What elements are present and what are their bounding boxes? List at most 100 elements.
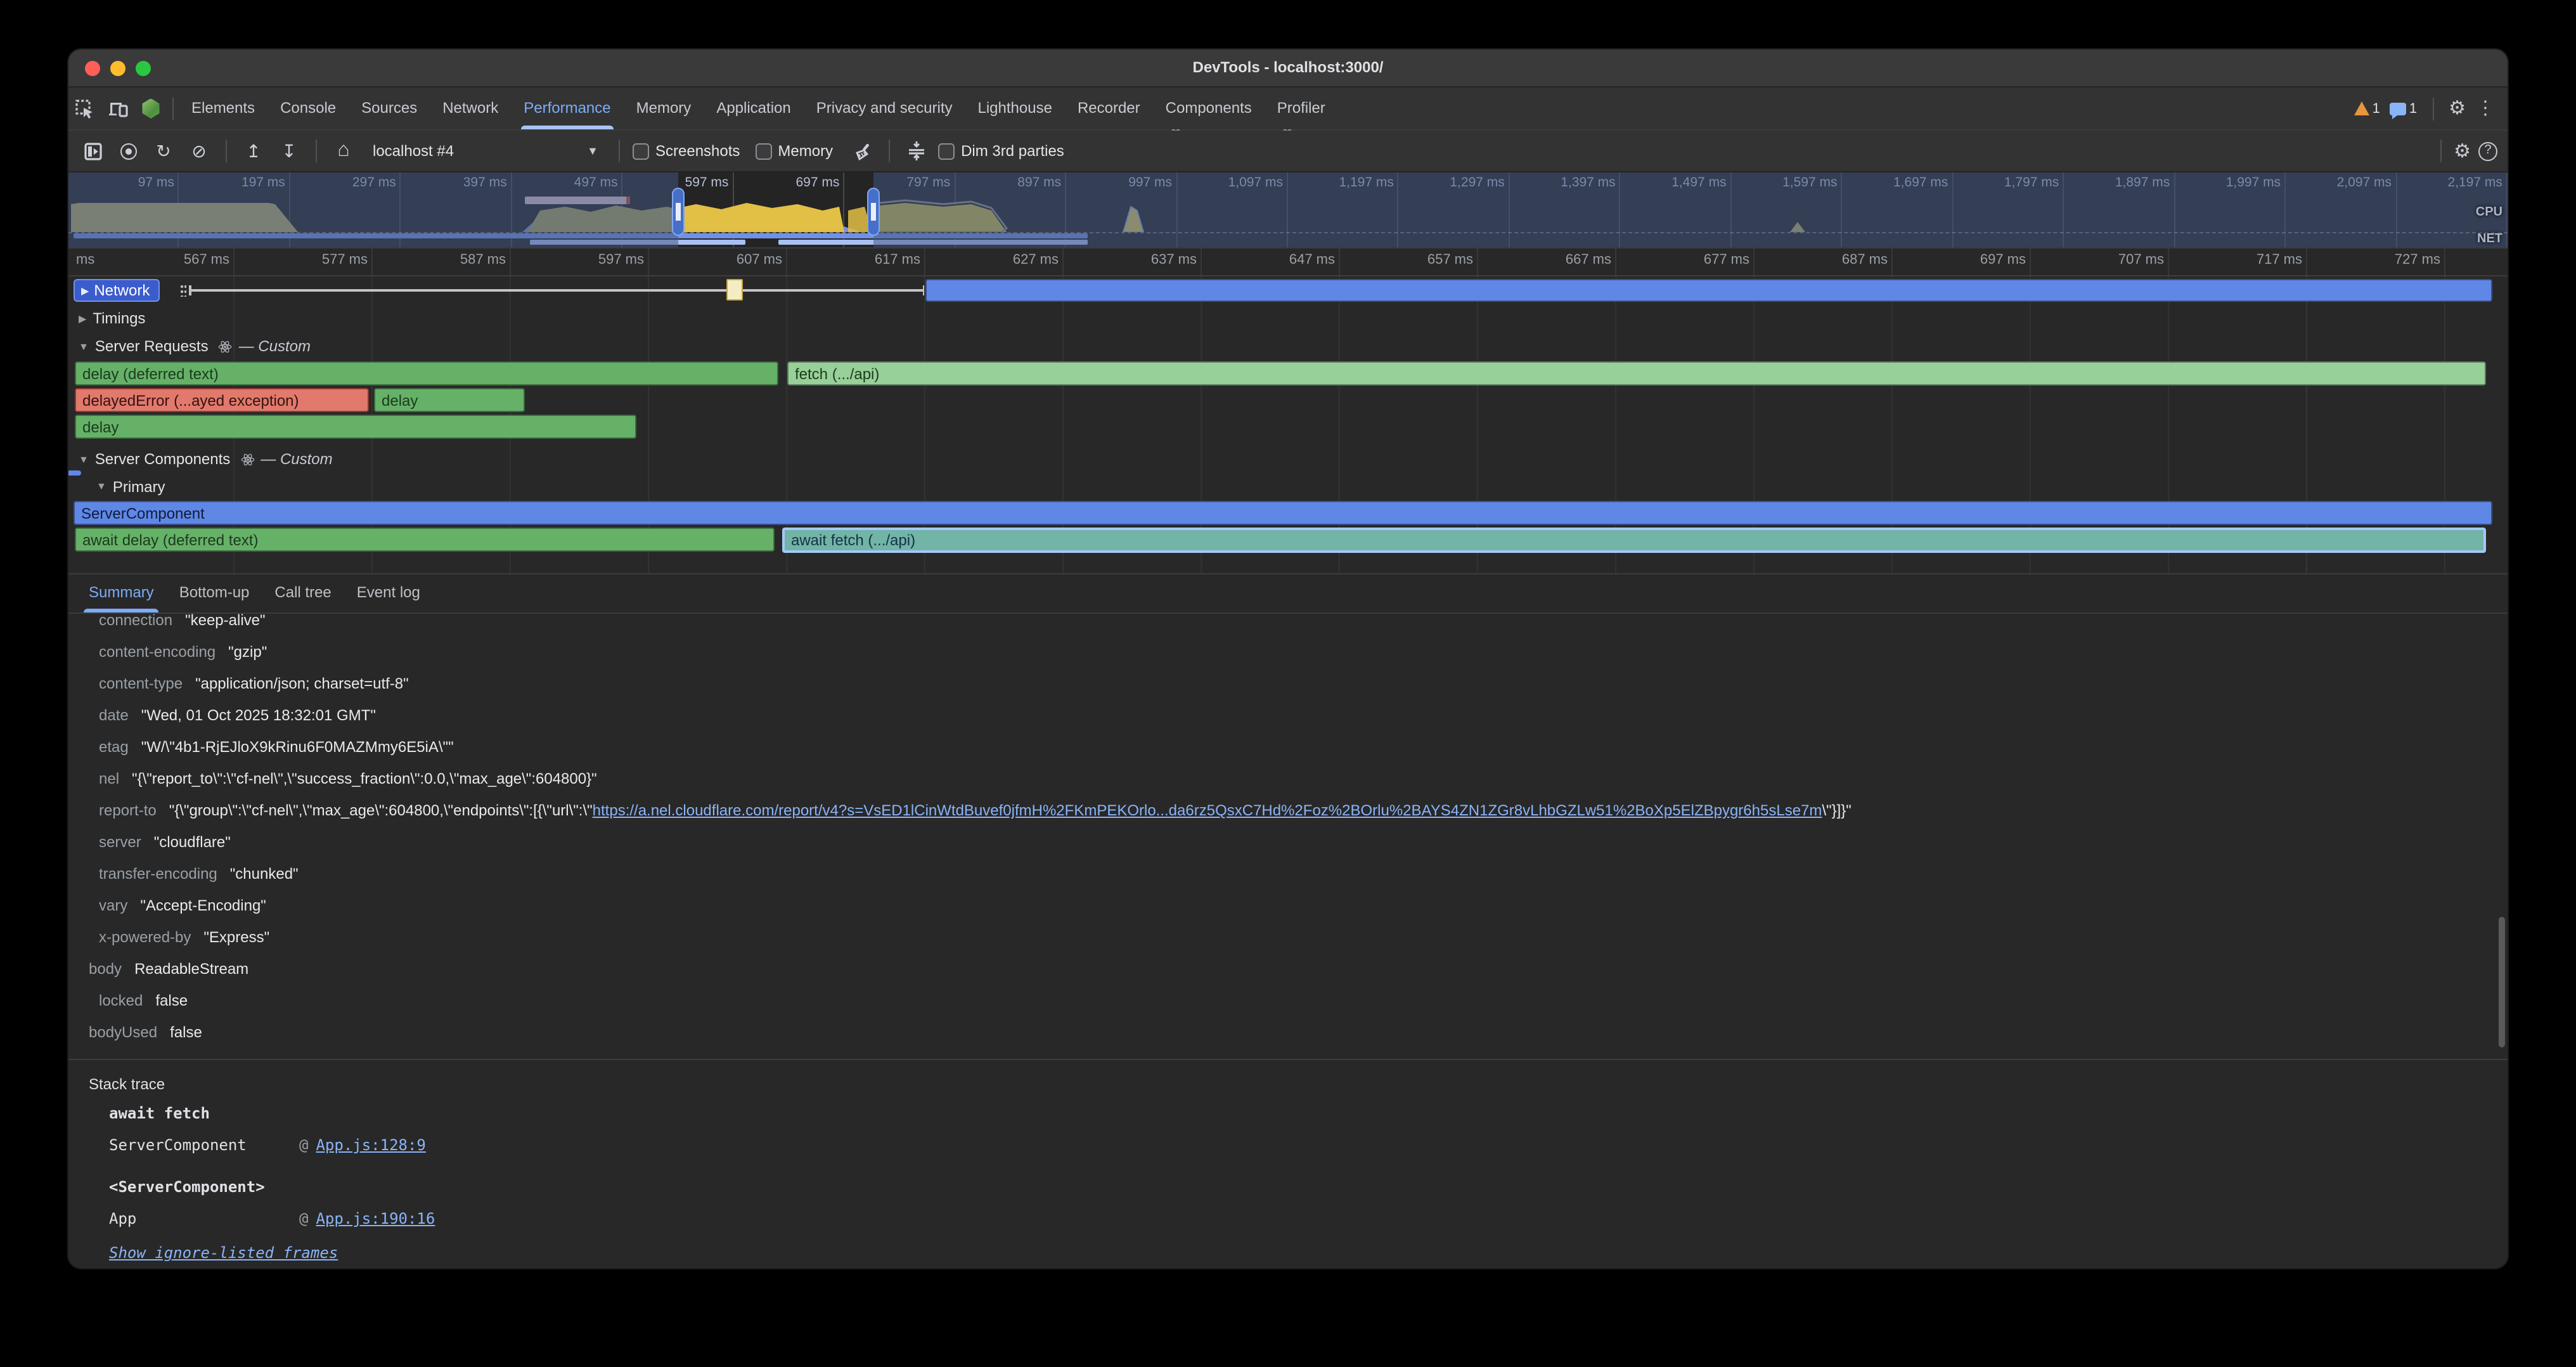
help-icon[interactable]: ? — [2478, 141, 2497, 160]
ruler-tick-label: 587 ms — [373, 249, 511, 275]
message-icon — [2390, 102, 2407, 115]
span-bar[interactable]: ServerComponent — [74, 501, 2492, 525]
toggle-sidebar-icon[interactable] — [79, 137, 106, 165]
capture-settings-gear-icon[interactable]: ⚙ — [2454, 141, 2471, 160]
summary-pane[interactable]: connection"keep-alive"content-encoding"g… — [68, 614, 2508, 1268]
span-bar-selected[interactable]: await fetch (.../api) — [782, 528, 2486, 553]
details-tab[interactable]: Call tree — [262, 574, 344, 612]
divider — [316, 139, 317, 162]
await-row: await delay (deferred text) await fetch … — [68, 526, 2508, 554]
collapse-triangle-icon[interactable]: ▼ — [79, 340, 89, 352]
primary-group-row[interactable]: ▼Primary — [68, 473, 2508, 500]
ruler-tick-label: 707 ms — [2031, 249, 2169, 275]
memory-checkbox[interactable]: Memory — [755, 142, 833, 160]
panel-tab[interactable]: Memory — [624, 87, 704, 129]
home-icon[interactable]: ⌂ — [330, 137, 357, 165]
span-bar[interactable]: delay — [374, 388, 525, 412]
download-profile-icon[interactable]: ↧ — [275, 137, 303, 165]
track-drag-grip[interactable] — [180, 284, 186, 297]
devtools-window: DevTools - localhost:3000/ ElementsConso… — [68, 49, 2508, 1268]
panel-tab[interactable]: Network — [430, 87, 511, 129]
network-track-label[interactable]: ▶ Network — [74, 279, 160, 302]
expand-triangle-icon[interactable]: ▶ — [81, 285, 89, 296]
property-row: vary"Accept-Encoding" — [68, 890, 2508, 922]
issues-badge[interactable]: 1 — [2390, 101, 2417, 116]
collapse-triangle-icon[interactable]: ▼ — [79, 453, 89, 465]
scrollbar-thumb[interactable] — [2499, 917, 2505, 1047]
chevron-down-icon: ▼ — [587, 145, 598, 157]
ruler-tick-label: 717 ms — [2169, 249, 2307, 275]
node-icon[interactable] — [134, 94, 167, 122]
checkbox-icon — [633, 143, 649, 159]
property-row: content-encoding"gzip" — [68, 637, 2508, 668]
panel-tab[interactable]: Elements — [179, 87, 267, 129]
panel-tab[interactable]: Profiler — [1265, 87, 1338, 129]
expand-triangle-icon[interactable]: ▶ — [79, 313, 86, 324]
screenshots-checkbox[interactable]: Screenshots — [633, 142, 740, 160]
ruler-tick-label: 627 ms — [925, 249, 1064, 275]
inspect-element-icon[interactable] — [68, 94, 101, 122]
device-toolbar-icon[interactable] — [101, 94, 134, 122]
network-request-bar[interactable] — [925, 279, 2492, 302]
checkbox-icon — [938, 143, 955, 159]
upload-profile-icon[interactable]: ↥ — [240, 137, 267, 165]
warning-badge[interactable]: 1 — [2355, 101, 2380, 116]
panel-tab[interactable]: Recorder — [1065, 87, 1153, 129]
details-tab[interactable]: Bottom-up — [167, 574, 262, 612]
history-select[interactable]: localhost #4 ▼ — [365, 137, 606, 165]
warning-icon — [2355, 101, 2370, 115]
panel-tab[interactable]: Privacy and security — [804, 87, 965, 129]
net-label: NET — [2477, 232, 2502, 246]
server-requests-header[interactable]: ▼ Server Requests — Custom — [68, 332, 2508, 360]
report-url-link[interactable]: https://a.nel.cloudflare.com/report/v4?s… — [593, 801, 1822, 819]
details-tab[interactable]: Event log — [344, 574, 433, 612]
span-bar[interactable]: await delay (deferred text) — [75, 528, 775, 552]
details-tab[interactable]: Summary — [76, 574, 167, 612]
record-icon[interactable] — [114, 137, 142, 165]
panel-tab[interactable]: Application — [704, 87, 803, 129]
network-track[interactable]: ▶ Network — [68, 276, 2508, 304]
garbage-collect-icon[interactable] — [848, 137, 876, 165]
property-row: nel"{\"report_to\":\"cf-nel\",\"success_… — [68, 763, 2508, 795]
settings-gear-icon[interactable]: ⚙ — [2449, 99, 2466, 118]
cpu-label: CPU — [2476, 205, 2502, 219]
span-bar[interactable]: delay (deferred text) — [75, 361, 778, 385]
property-row: date"Wed, 01 Oct 2025 18:32:01 GMT" — [68, 700, 2508, 732]
panel-tab[interactable]: Performance — [511, 87, 623, 129]
span-bar-error[interactable]: delayedError (...ayed exception) — [75, 388, 369, 412]
collapse-triangle-icon[interactable]: ▼ — [96, 481, 106, 492]
source-location-link[interactable]: App.js:128:9 — [316, 1130, 425, 1162]
source-location-link[interactable]: App.js:190:16 — [316, 1203, 435, 1235]
span-bar[interactable]: fetch (.../api) — [787, 361, 2486, 385]
selection-handle-left[interactable] — [672, 188, 685, 236]
overview-curtain-left — [68, 172, 678, 247]
stack-frame: ServerComponent @ App.js:128:9 — [68, 1130, 2508, 1162]
network-request-queued-box[interactable] — [726, 279, 743, 301]
divider — [2432, 97, 2433, 120]
panel-tab[interactable]: Lighthouse — [965, 87, 1065, 129]
dim-3rd-parties-checkbox[interactable]: Dim 3rd parties — [938, 142, 1064, 160]
divider — [226, 139, 227, 162]
more-options-icon[interactable]: ⋮ — [2476, 99, 2495, 118]
show-ignore-listed-frames-link[interactable]: Show ignore-listed frames — [109, 1244, 338, 1262]
ruler-tick-label: 597 ms — [511, 249, 649, 275]
ruler-tick-label: 577 ms — [235, 249, 373, 275]
panel-tab[interactable]: Console — [267, 87, 349, 129]
title-bar: DevTools - localhost:3000/ — [68, 49, 2508, 87]
window-title: DevTools - localhost:3000/ — [68, 49, 2508, 86]
server-components-header[interactable]: ▼ Server Components — Custom — [68, 445, 2508, 473]
panel-tab[interactable]: Components — [1153, 87, 1265, 129]
timeline-overview[interactable]: 97 ms197 ms297 ms397 ms497 ms597 ms697 m… — [68, 172, 2508, 249]
timings-track[interactable]: ▶Timings — [68, 304, 2508, 332]
span-bar[interactable]: delay — [75, 415, 636, 439]
property-row: content-type"application/json; charset=u… — [68, 668, 2508, 700]
flame-chart-tracks[interactable]: ▶ Network ▶Timings ▼ Server Requests — C… — [68, 276, 2508, 574]
clear-icon[interactable]: ⊘ — [185, 137, 213, 165]
reload-record-icon[interactable]: ↻ — [150, 137, 177, 165]
server-requests-row-1: delay (deferred text) fetch (.../api) — [68, 360, 2508, 387]
checkbox-icon — [755, 143, 771, 159]
collapse-frames-icon[interactable] — [903, 137, 931, 165]
ruler-tick-label: 677 ms — [1616, 249, 1755, 275]
panel-tab[interactable]: Sources — [349, 87, 430, 129]
selection-handle-right[interactable] — [867, 188, 880, 236]
